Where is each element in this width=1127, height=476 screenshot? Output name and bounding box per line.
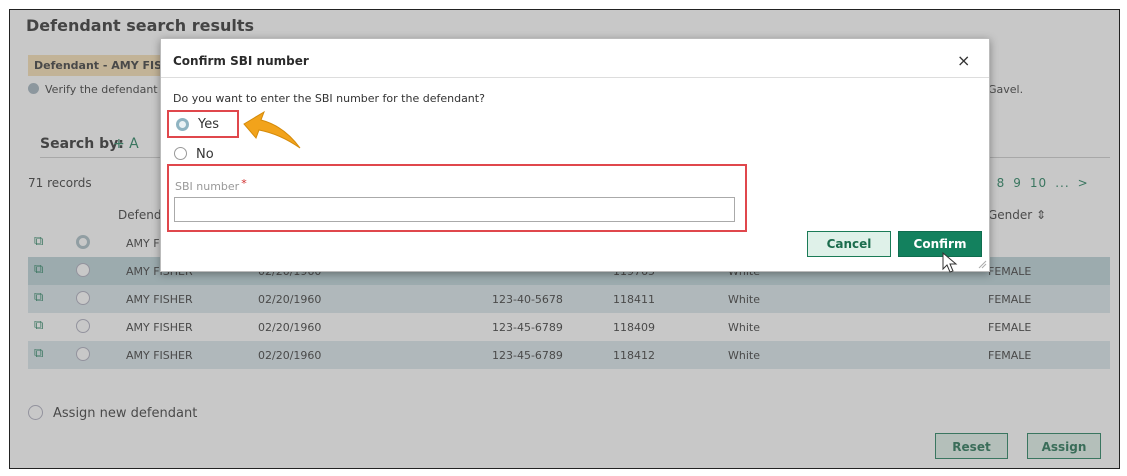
mouse-cursor-icon <box>942 252 958 273</box>
yes-label: Yes <box>198 117 219 132</box>
dialog-question: Do you want to enter the SBI number for … <box>173 92 485 105</box>
close-icon[interactable]: × <box>957 51 970 70</box>
cancel-button[interactable]: Cancel <box>807 231 891 257</box>
no-label: No <box>196 147 214 162</box>
required-marker: * <box>241 177 247 190</box>
resize-handle-icon[interactable] <box>977 259 987 269</box>
yes-option[interactable]: Yes <box>167 110 239 138</box>
dialog-divider <box>161 77 989 78</box>
sbi-number-input[interactable] <box>174 197 735 222</box>
dialog-title: Confirm SBI number <box>173 54 309 68</box>
sbi-label-text: SBI number <box>175 180 240 193</box>
app-frame: Defendant search results Defendant - AMY… <box>9 9 1120 469</box>
confirm-button[interactable]: Confirm <box>898 231 982 257</box>
sbi-field-label: SBI number * <box>175 177 247 193</box>
pointer-arrow-icon <box>243 110 301 149</box>
yes-radio[interactable] <box>176 118 189 131</box>
no-radio[interactable] <box>174 147 187 160</box>
no-option[interactable]: No <box>174 143 214 162</box>
confirm-sbi-dialog: Confirm SBI number × Do you want to ente… <box>160 38 990 272</box>
